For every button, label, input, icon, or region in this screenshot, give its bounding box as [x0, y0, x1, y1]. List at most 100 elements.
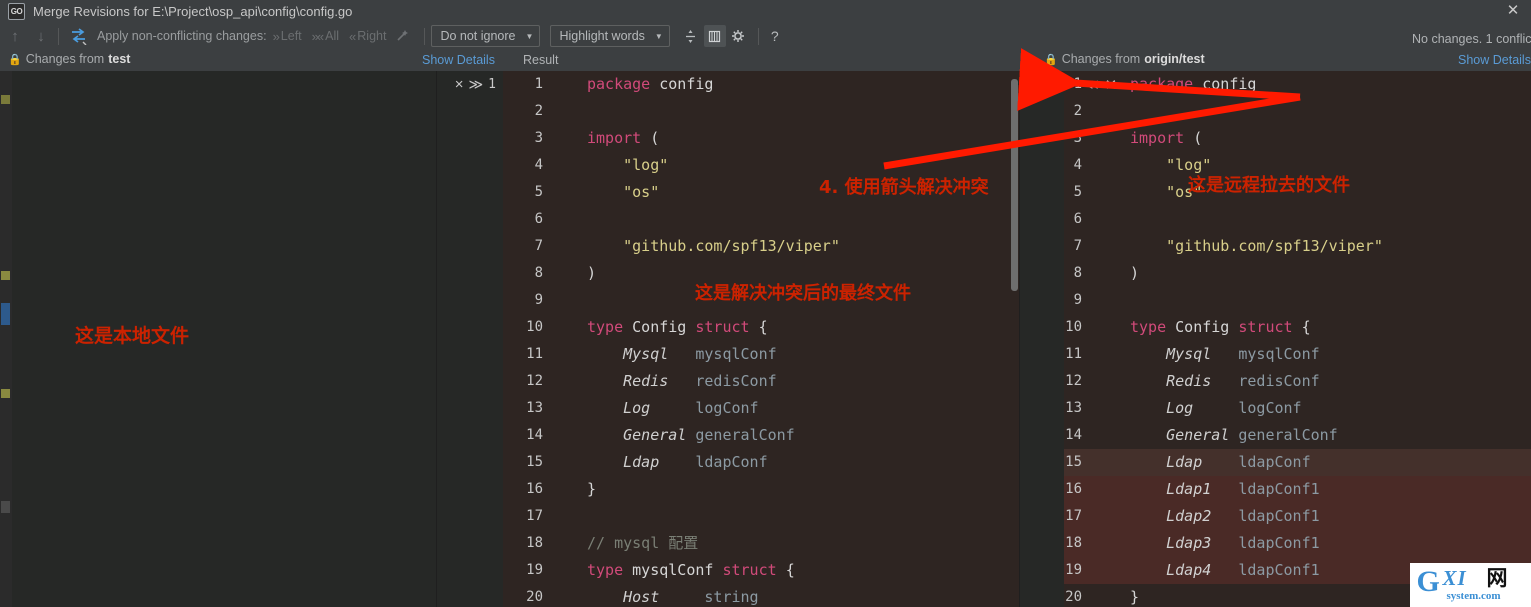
code-line[interactable]: Mysql mysqlConf [1130, 341, 1320, 368]
right-code-text[interactable]: package config import ( "log" "os" "githu… [1130, 71, 1531, 607]
code-line[interactable]: import ( [1130, 125, 1202, 152]
line-number: 6 [534, 211, 543, 227]
code-token: { [758, 318, 768, 336]
code-token: ldapConf1 [1229, 480, 1320, 498]
highlight-mode-value: Highlight words [559, 29, 645, 43]
code-line[interactable]: General generalConf [587, 422, 795, 449]
code-token: config [1202, 75, 1257, 93]
apply-changes-icon[interactable] [69, 27, 89, 45]
close-icon[interactable]: ✕ [1505, 3, 1521, 19]
code-line[interactable]: type mysqlConf struct { [587, 557, 795, 584]
code-line[interactable]: Mysql mysqlConf [587, 341, 777, 368]
code-token: "github.com/spf13/viper" [623, 237, 840, 255]
left-show-details-link[interactable]: Show Details [422, 53, 495, 67]
code-token: Ldap1 [1166, 480, 1230, 498]
magic-wand-icon[interactable] [396, 28, 410, 45]
show-whitespace-icon[interactable] [703, 25, 726, 47]
code-token: type [1130, 318, 1176, 336]
code-token: package [1130, 75, 1203, 93]
center-code-text[interactable]: package config import ( "log" "os" "githu… [587, 71, 1020, 607]
reject-change-icon[interactable]: ✕ [1105, 76, 1118, 94]
code-token: Config [632, 318, 696, 336]
line-number: 17 [1065, 508, 1082, 524]
code-line[interactable]: ) [587, 260, 596, 287]
left-editor-pane[interactable]: 这是本地文件 [0, 71, 437, 607]
code-line[interactable]: "github.com/spf13/viper" [587, 233, 840, 260]
apply-all-button[interactable]: »« All [312, 29, 339, 44]
code-line[interactable]: import ( [587, 125, 659, 152]
conflict-count: 1 [488, 77, 496, 92]
line-number: 8 [534, 265, 543, 281]
code-line[interactable]: } [587, 476, 596, 503]
code-line[interactable]: } [1130, 584, 1139, 607]
apply-right-button[interactable]: « Right [349, 29, 386, 44]
code-line[interactable]: Host string [587, 584, 758, 607]
code-token: generalConf [686, 426, 795, 444]
code-line[interactable]: Ldap ldapConf [587, 449, 768, 476]
code-token: redisConf [686, 372, 777, 390]
pane-headers: 🔒 Changes from test Show Details Result … [0, 32, 1531, 71]
code-line[interactable]: "log" [587, 152, 668, 179]
line-number: 18 [526, 535, 543, 551]
line-number: 2 [534, 103, 543, 119]
code-token: logConf [1229, 399, 1302, 417]
code-line[interactable]: Log logConf [587, 395, 758, 422]
push-right-icon[interactable]: ≫ [469, 76, 484, 93]
line-number: 1 [534, 76, 543, 92]
center-vertical-scrollbar[interactable] [1011, 79, 1018, 291]
code-line[interactable]: Ldap ldapConf [1130, 449, 1311, 476]
code-line[interactable]: ) [1130, 260, 1139, 287]
line-number: 19 [1065, 562, 1082, 578]
code-line[interactable]: // mysql 配置 [587, 530, 698, 557]
code-token: ldapConf [686, 453, 768, 471]
code-line[interactable]: Redis redisConf [587, 368, 777, 395]
center-line-numbers: 1 2 3 4 5 6 7 8 9 10 11 12 13 14 15 16 17 18 19 20 [503, 71, 549, 607]
line-number: 11 [526, 346, 543, 362]
center-conflict-actions[interactable]: × ≫ 1 [437, 71, 503, 98]
right-editor-pane[interactable]: 1 2 3 4 5 6 7 8 9 10 11 12 13 14 15 16 17 18 19 20 ≪ ✕ pack… [1020, 71, 1531, 607]
code-line[interactable]: package config [587, 71, 713, 98]
gear-icon[interactable] [728, 25, 750, 47]
code-line[interactable]: Ldap2 ldapConf1 [1130, 503, 1320, 530]
go-file-icon: GO [8, 2, 25, 20]
code-line[interactable]: package config [1130, 71, 1256, 98]
left-annotation-note: 这是本地文件 [75, 325, 190, 347]
code-line[interactable]: Ldap3 ldapConf1 [1130, 530, 1320, 557]
code-token: Mysql [623, 345, 687, 363]
code-line[interactable]: type Config struct { [587, 314, 768, 341]
highlight-mode-select[interactable]: Highlight words ▼ [550, 25, 670, 47]
code-token: ( [650, 129, 660, 147]
code-line[interactable]: "github.com/spf13/viper" [1130, 233, 1383, 260]
next-difference-icon[interactable]: ↓ [30, 25, 52, 47]
toolbar: ↑ ↓ Apply non-conflicting changes: » Lef… [0, 22, 1531, 50]
apply-left-button[interactable]: » Left [273, 29, 302, 44]
ignore-policy-select[interactable]: Do not ignore ▼ [431, 25, 541, 47]
code-token: } [587, 480, 597, 498]
code-line[interactable]: General generalConf [1130, 422, 1338, 449]
help-icon[interactable]: ? [771, 28, 779, 44]
revert-icon[interactable]: × [455, 76, 464, 93]
code-token: ldapConf1 [1229, 534, 1320, 552]
collapse-unchanged-icon[interactable] [680, 25, 702, 47]
center-result-pane[interactable]: × ≫ 1 1 2 3 4 5 6 7 8 9 10 11 12 13 14 15 16 17 18 19 20 pa… [437, 71, 1020, 607]
code-line[interactable]: Ldap1 ldapConf1 [1130, 476, 1320, 503]
code-token: ldapConf1 [1229, 561, 1320, 579]
accept-left-icon[interactable]: ≪ [1084, 76, 1099, 93]
code-line[interactable]: Ldap4 ldapConf1 [1130, 557, 1320, 584]
code-line[interactable]: type Config struct { [1130, 314, 1311, 341]
code-line[interactable]: "os" [587, 179, 659, 206]
line-number: 16 [526, 481, 543, 497]
apply-changes-label: Apply non-conflicting changes: [97, 29, 267, 43]
right-conflict-actions[interactable]: ≪ ✕ [1084, 71, 1130, 98]
previous-difference-icon[interactable]: ↑ [4, 25, 26, 47]
code-line[interactable]: Log logConf [1130, 395, 1302, 422]
code-line[interactable]: Redis redisConf [1130, 368, 1320, 395]
right-show-details-link[interactable]: Show Details [1458, 53, 1531, 67]
